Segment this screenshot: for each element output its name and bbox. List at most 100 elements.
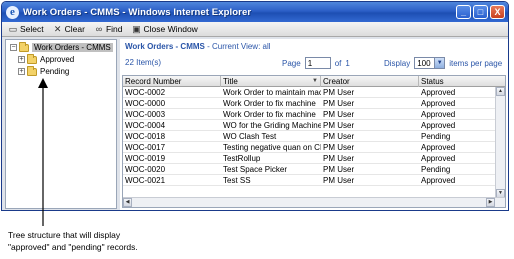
table-cell: Work Order to fix machine	[223, 99, 316, 108]
clear-button[interactable]: ✕ Clear	[53, 24, 85, 34]
table-cell: Testing negative quan on CMMS	[223, 143, 321, 152]
table-cell: WOC-0002	[125, 88, 166, 97]
open-folder-icon	[19, 41, 29, 52]
items-per-page-value: 100	[417, 58, 431, 68]
internet-explorer-icon: e	[6, 5, 19, 19]
clear-label: Clear	[64, 24, 85, 34]
tree-root-label[interactable]: Work Orders - CMMS	[32, 43, 113, 52]
page-number-input[interactable]	[304, 57, 331, 69]
column-header-status[interactable]: Status	[419, 76, 505, 87]
window-title: Work Orders - CMMS - Windows Internet Ex…	[23, 6, 252, 18]
breadcrumb-separator: -	[204, 42, 212, 51]
table-row[interactable]: WOC-0003 Work Order to fix machine PM User…	[123, 109, 497, 120]
display-label: Display	[384, 58, 411, 68]
expand-icon[interactable]: +	[18, 56, 25, 63]
table-cell: PM User	[323, 154, 355, 163]
tree-node-pending[interactable]: + Pending	[18, 65, 69, 76]
items-count: 22 Item(s)	[125, 58, 162, 67]
table-cell: Approved	[421, 176, 456, 185]
collapse-icon[interactable]: −	[10, 44, 17, 51]
annotation-arrow	[38, 78, 48, 226]
close-window-icon: ▣	[132, 23, 141, 34]
breadcrumb-main: Work Orders - CMMS	[125, 42, 205, 51]
horizontal-scrollbar[interactable]: ◀ ▶	[123, 197, 505, 207]
sort-arrow-icon[interactable]: ▼	[312, 76, 318, 87]
table-row[interactable]: WOC-0018 WO Clash Test PM User Pending	[123, 131, 497, 142]
table-cell: WOC-0018	[125, 132, 166, 141]
table-row[interactable]: WOC-0020 Test Space Picker PM User Pending	[123, 164, 497, 175]
table-row[interactable]: WOC-0004 WO for the Griding Machine PM Use…	[123, 120, 497, 131]
table-row[interactable]: WOC-0000 Work Order to fix machine PM User…	[123, 98, 497, 109]
table-cell: PM User	[323, 110, 355, 119]
table-cell: WOC-0019	[125, 154, 166, 163]
maximize-button[interactable]: □	[473, 5, 488, 19]
grid-body: WOC-0002Work Order to maintain machinePM…	[123, 87, 497, 198]
select-button[interactable]: ▭ Select	[8, 24, 44, 34]
pager: Page of 1	[282, 57, 350, 69]
table-row[interactable]: WOC-0002 Work Order to maintain machinePM…	[123, 87, 497, 98]
annotation-text: Tree structure that will display "approv…	[8, 229, 138, 253]
scroll-left-icon[interactable]: ◀	[123, 198, 132, 207]
table-cell: Approved	[421, 154, 456, 163]
select-folder-icon: ▭	[8, 23, 18, 34]
find-button[interactable]: ∞ Find	[94, 24, 123, 34]
toolbar: ▭ Select ✕ Clear ∞ Find ▣ Close Window	[2, 22, 508, 37]
vertical-scrollbar[interactable]: ▲ ▼	[495, 87, 505, 198]
table-row[interactable]: WOC-0017 Testing negative quan on CMMSPM …	[123, 142, 497, 153]
window-controls: _ □ X	[456, 5, 505, 19]
table-row[interactable]: WOC-0019 TestRollup PM User Approved	[123, 153, 497, 164]
expand-icon[interactable]: +	[18, 68, 25, 75]
table-cell: WOC-0004	[125, 121, 166, 130]
current-view-value: all	[262, 42, 271, 51]
table-cell: Approved	[421, 99, 456, 108]
table-cell: PM User	[323, 121, 355, 130]
find-label: Find	[105, 24, 123, 34]
browser-window: e Work Orders - CMMS - Windows Internet …	[1, 1, 509, 211]
breadcrumb: Work Orders - CMMS - Current View: all	[125, 42, 271, 51]
annotation-line-2: "approved" and "pending" records.	[8, 242, 138, 252]
table-cell: Pending	[421, 132, 451, 141]
tree-node-pending-label[interactable]: Pending	[40, 67, 69, 76]
column-header-record-number[interactable]: Record Number	[123, 76, 221, 87]
table-cell: WOC-0000	[125, 99, 166, 108]
table-cell: PM User	[323, 132, 355, 141]
minimize-button[interactable]: _	[456, 5, 471, 19]
select-label: Select	[20, 24, 44, 34]
table-cell: Test SS	[223, 176, 251, 185]
tree-node-approved-label[interactable]: Approved	[40, 55, 74, 64]
of-label: of	[334, 58, 342, 68]
table-cell: Test Space Picker	[223, 165, 288, 174]
arrow-head	[38, 78, 48, 88]
table-cell: PM User	[323, 176, 355, 185]
table-row[interactable]: WOC-0021 Test SS PM User Approved	[123, 175, 497, 186]
tree-root-node[interactable]: − Work Orders - CMMS	[10, 41, 113, 52]
annotation-line-1: Tree structure that will display	[8, 230, 121, 240]
folder-icon	[27, 65, 37, 76]
folder-icon	[27, 53, 37, 64]
column-header-title[interactable]: Title ▼	[221, 76, 321, 87]
items-per-page-select[interactable]: 100 ▼	[414, 57, 446, 69]
tree-node-approved[interactable]: + Approved	[18, 53, 74, 64]
table-cell: PM User	[323, 88, 355, 97]
chevron-down-icon[interactable]: ▼	[434, 58, 445, 68]
table-cell: WO Clash Test	[223, 132, 277, 141]
table-cell: Approved	[421, 110, 456, 119]
table-cell: PM User	[323, 143, 355, 152]
table-cell: Work Order to maintain machine	[223, 88, 321, 97]
grid-header: Record Number Title ▼ Creator Status	[123, 76, 505, 87]
scroll-right-icon[interactable]: ▶	[486, 198, 495, 207]
close-window-button[interactable]: ▣ Close Window	[131, 23, 198, 34]
scroll-up-icon[interactable]: ▲	[496, 87, 505, 96]
table-cell: TestRollup	[223, 154, 261, 163]
page-label: Page	[282, 58, 301, 68]
title-bar[interactable]: e Work Orders - CMMS - Windows Internet …	[2, 2, 508, 22]
total-pages: 1	[345, 58, 350, 68]
table-cell: WO for the Griding Machine	[223, 121, 321, 130]
close-button[interactable]: X	[490, 5, 505, 19]
table-cell: WOC-0021	[125, 176, 166, 185]
table-cell: WOC-0003	[125, 110, 166, 119]
display-control: Display 100 ▼ items per page	[384, 57, 502, 69]
table-cell: PM User	[323, 165, 355, 174]
table-cell: Approved	[421, 143, 456, 152]
column-header-creator[interactable]: Creator	[321, 76, 419, 87]
